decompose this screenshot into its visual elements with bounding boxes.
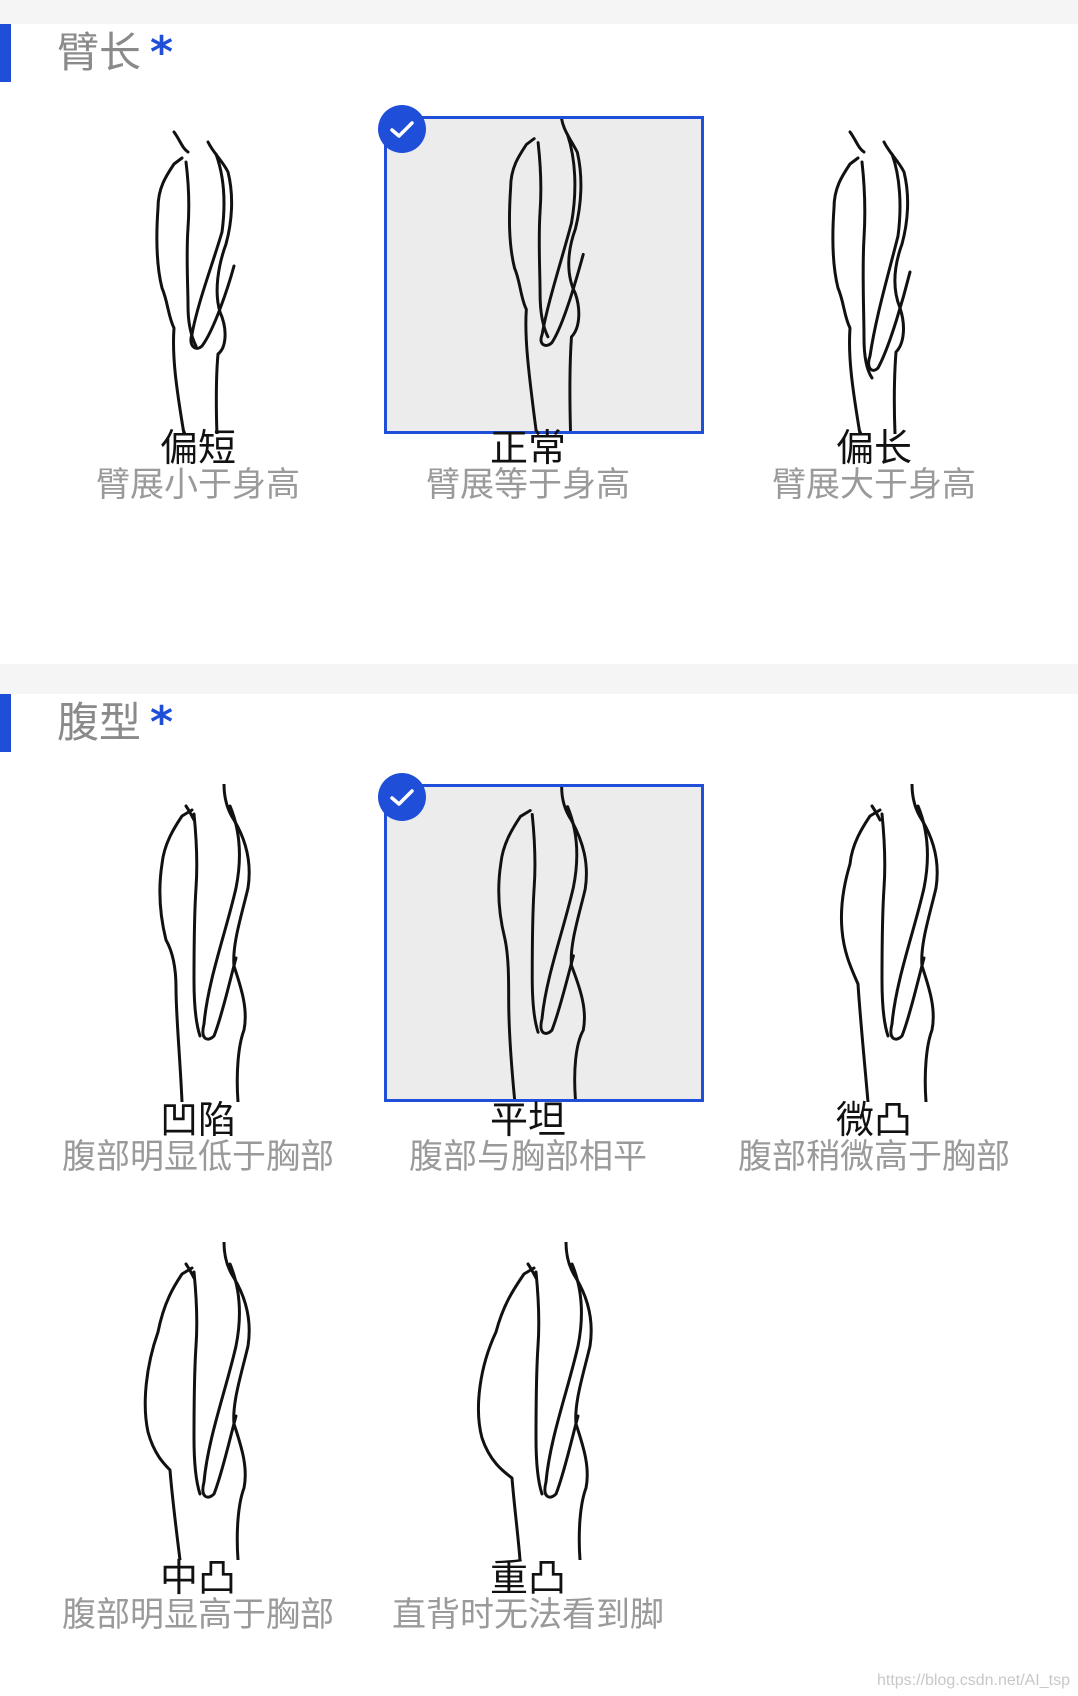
top-spacer	[0, 0, 1078, 24]
option-title: 凹陷	[159, 1098, 236, 1142]
option-desc: 臂展大于身高	[772, 465, 976, 505]
section-header: 腹型 *	[0, 694, 1078, 752]
option-desc: 腹部明显低于胸部	[62, 1137, 334, 1177]
section-title: 臂长	[57, 28, 142, 77]
option-title: 重凸	[489, 1556, 566, 1600]
option-desc: 腹部与胸部相平	[409, 1137, 647, 1177]
required-mark: *	[150, 27, 174, 78]
belly-heavy-figure-icon	[384, 1242, 704, 1560]
option-desc: 臂展小于身高	[96, 465, 300, 505]
belly-sunken-figure-icon	[38, 784, 358, 1102]
accent-bar	[0, 24, 11, 82]
section-arm-length: 臂长 * 偏短 臂展小于身高 正常 臂展等于身高 偏长 臂展大于身高	[0, 24, 1078, 664]
option-title: 中凸	[159, 1556, 236, 1600]
accent-bar	[0, 694, 11, 752]
option-desc: 腹部稍微高于胸部	[738, 1137, 1010, 1177]
section-header: 臂长 *	[0, 24, 1078, 82]
option-title: 偏短	[159, 426, 236, 470]
belly-slight-figure-icon	[712, 784, 1032, 1102]
section-belly-type: 腹型 * 凹陷 腹部明显低于胸部 平坦 腹部与胸部相平 微凸 腹部稍微高于胸部 …	[0, 694, 1078, 1696]
option-title: 正常	[489, 426, 566, 470]
arm-long-figure-icon	[712, 116, 1032, 434]
watermark: https://blog.csdn.net/AI_tsp	[876, 1672, 1070, 1689]
belly-medium-figure-icon	[38, 1242, 358, 1560]
selected-check-icon	[378, 105, 426, 153]
option-title: 偏长	[835, 426, 912, 470]
option-desc: 腹部明显高于胸部	[62, 1595, 334, 1635]
selected-check-icon	[378, 773, 426, 821]
option-title: 平坦	[489, 1098, 566, 1142]
section-title: 腹型	[57, 698, 142, 747]
body-shape-form: 臂长 * 偏短 臂展小于身高 正常 臂展等于身高 偏长 臂展大于身高 腹型 * …	[0, 0, 1078, 1696]
option-desc: 臂展等于身高	[426, 465, 630, 505]
section-divider	[0, 664, 1078, 694]
arm-normal-figure-icon	[378, 105, 704, 434]
required-mark: *	[150, 697, 174, 748]
option-desc: 直背时无法看到脚	[392, 1595, 664, 1635]
option-title: 微凸	[835, 1098, 912, 1142]
belly-flat-figure-icon	[378, 773, 704, 1102]
arm-short-figure-icon	[38, 116, 358, 434]
